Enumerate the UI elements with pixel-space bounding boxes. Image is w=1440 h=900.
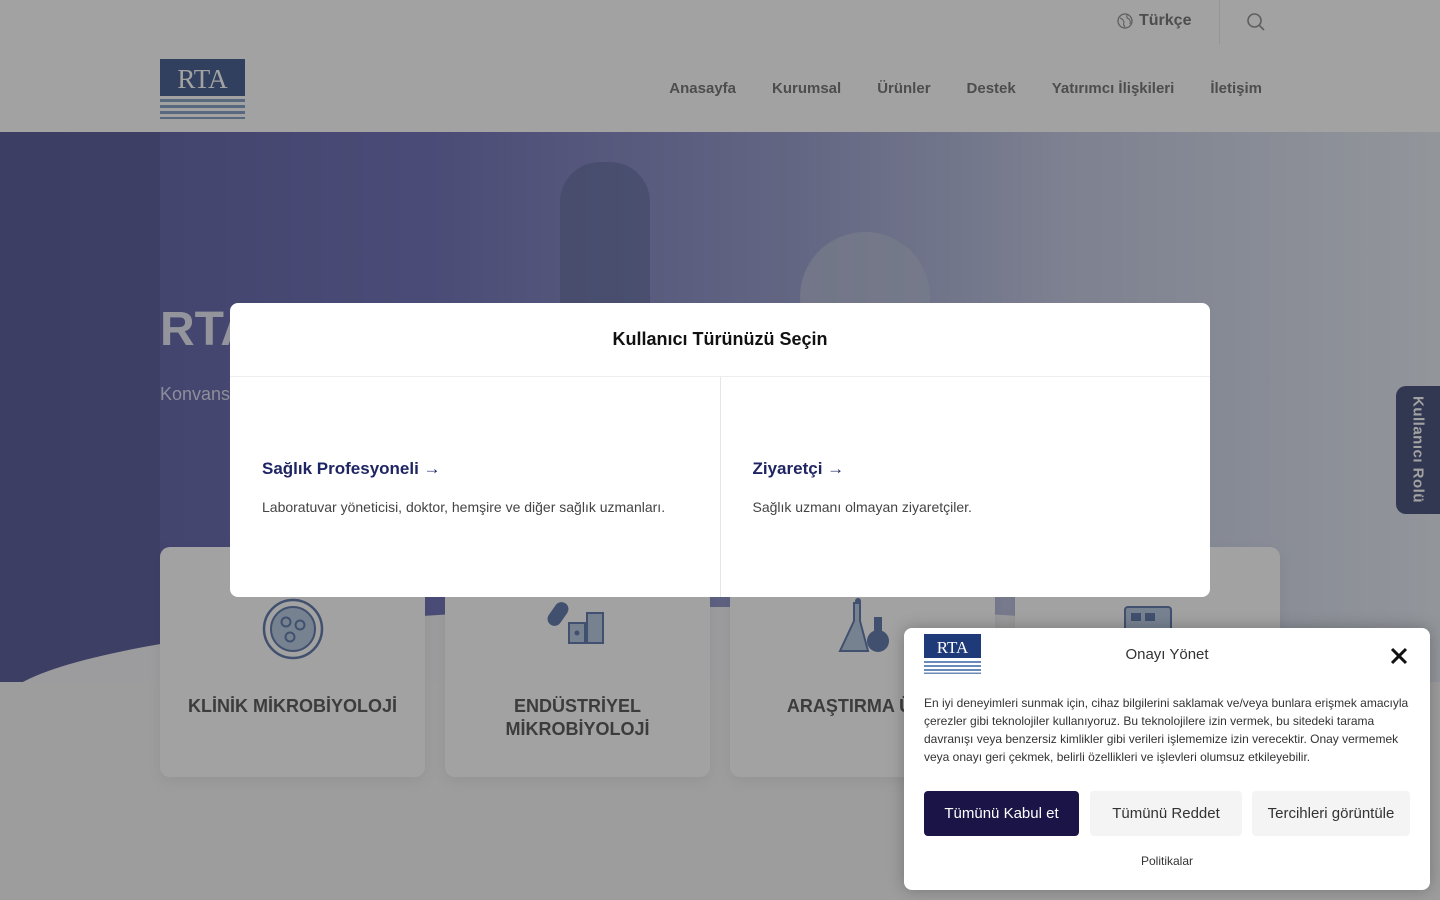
cookie-title: Onayı Yönet [1125, 646, 1209, 663]
option-visitor[interactable]: Ziyaretçi → Sağlık uzmanı olmayan ziyare… [719, 377, 1211, 597]
policies-link[interactable]: Politikalar [904, 854, 1430, 868]
cookie-consent-panel: RTA Onayı Yönet En iyi deneyimleri sunma… [904, 628, 1430, 890]
cookie-description: En iyi deneyimleri sunmak için, cihaz bi… [924, 696, 1409, 764]
view-preferences-button[interactable]: Tercihleri görüntüle [1252, 791, 1410, 836]
user-type-modal: Kullanıcı Türünüzü Seçin Sağlık Profesyo… [230, 303, 1210, 597]
close-icon[interactable] [1390, 647, 1408, 665]
modal-body: Sağlık Profesyoneli → Laboratuvar yöneti… [230, 377, 1210, 597]
accept-all-button[interactable]: Tümünü Kabul et [924, 791, 1079, 836]
modal-title: Kullanıcı Türünüzü Seçin [230, 303, 1210, 377]
reject-all-button[interactable]: Tümünü Reddet [1090, 791, 1242, 836]
option-title[interactable]: Ziyaretçi → [753, 459, 1179, 479]
option-title[interactable]: Sağlık Profesyoneli → [262, 459, 688, 479]
option-description: Laboratuvar yöneticisi, doktor, hemşire … [262, 499, 666, 515]
option-health-professional[interactable]: Sağlık Profesyoneli → Laboratuvar yöneti… [230, 377, 720, 597]
option-description: Sağlık uzmanı olmayan ziyaretçiler. [752, 499, 972, 515]
